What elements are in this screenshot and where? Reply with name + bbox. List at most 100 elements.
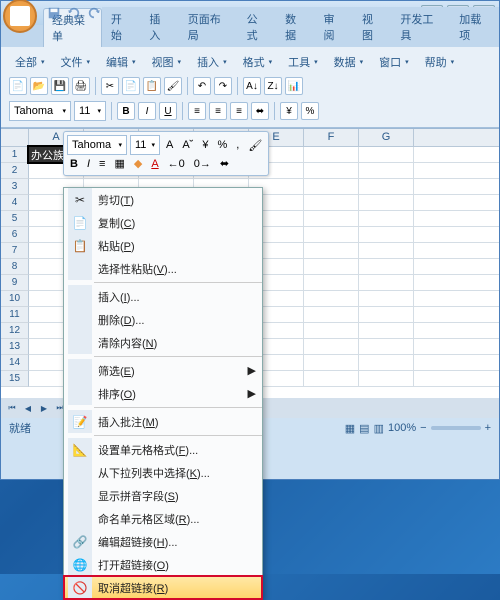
copy-icon[interactable]: 📄	[122, 77, 140, 95]
ctx-item-8[interactable]: 排序(O)▶	[64, 382, 262, 405]
mini-dec-inc[interactable]: ←0	[165, 156, 188, 172]
row-4[interactable]: 4	[1, 195, 29, 211]
ctx-item-2[interactable]: 📋粘贴(P)	[64, 234, 262, 257]
italic-button[interactable]: I	[138, 102, 156, 120]
view-normal-icon[interactable]: ▦	[345, 422, 355, 435]
mini-comma[interactable]: ,	[233, 137, 242, 153]
view-break-icon[interactable]: ▥	[374, 422, 384, 435]
sheet-prev[interactable]: ◀	[21, 401, 35, 415]
sort-desc-icon[interactable]: Z↓	[264, 77, 282, 95]
underline-button[interactable]: U	[159, 102, 177, 120]
ctx-item-16[interactable]: 🚫取消超链接(R)	[64, 576, 262, 599]
sheet-next[interactable]: ▶	[37, 401, 51, 415]
menu-window[interactable]: 窗口	[373, 52, 415, 72]
row-7[interactable]: 7	[1, 243, 29, 259]
new-icon[interactable]: 📄	[9, 77, 27, 95]
mini-italic[interactable]: I	[84, 156, 93, 172]
ctx-item-7[interactable]: 筛选(E)▶	[64, 359, 262, 382]
row-10[interactable]: 10	[1, 291, 29, 307]
row-12[interactable]: 12	[1, 323, 29, 339]
select-all-corner[interactable]	[1, 129, 29, 146]
open-icon[interactable]: 📂	[30, 77, 48, 95]
tab-addin[interactable]: 加载项	[450, 7, 499, 47]
bold-button[interactable]: B	[117, 102, 135, 120]
mini-border[interactable]: ▦	[111, 155, 127, 172]
menu-edit[interactable]: 编辑	[100, 52, 142, 72]
tab-dev[interactable]: 开发工具	[391, 7, 450, 47]
menu-tools[interactable]: 工具	[282, 52, 324, 72]
align-center-icon[interactable]: ≡	[209, 102, 227, 120]
zoom-level[interactable]: 100%	[388, 422, 416, 434]
mini-currency[interactable]: ¥	[199, 137, 211, 153]
currency-icon[interactable]: ¥	[280, 102, 298, 120]
tab-view[interactable]: 视图	[353, 7, 391, 47]
align-right-icon[interactable]: ≡	[230, 102, 248, 120]
tab-layout[interactable]: 页面布局	[179, 7, 238, 47]
zoom-in[interactable]: +	[485, 422, 491, 434]
col-f[interactable]: F	[304, 129, 359, 146]
ctx-item-10[interactable]: 📐设置单元格格式(F)...	[64, 438, 262, 461]
row-14[interactable]: 14	[1, 355, 29, 371]
row-3[interactable]: 3	[1, 179, 29, 195]
ctx-item-11[interactable]: 从下拉列表中选择(K)...	[64, 461, 262, 484]
tab-formula[interactable]: 公式	[238, 7, 276, 47]
percent-icon[interactable]: %	[301, 102, 319, 120]
row-13[interactable]: 13	[1, 339, 29, 355]
align-left-icon[interactable]: ≡	[188, 102, 206, 120]
cut-icon[interactable]: ✂	[101, 77, 119, 95]
redo-icon[interactable]	[87, 6, 101, 20]
row-15[interactable]: 15	[1, 371, 29, 387]
redo-icon[interactable]: ↷	[214, 77, 232, 95]
mini-percent[interactable]: %	[214, 137, 230, 153]
mini-font-name[interactable]: Tahoma▾	[67, 135, 127, 155]
mini-fill-color[interactable]: ◆	[131, 155, 145, 172]
row-6[interactable]: 6	[1, 227, 29, 243]
view-layout-icon[interactable]: ▤	[359, 422, 369, 435]
menu-file[interactable]: 文件	[55, 52, 97, 72]
tab-data[interactable]: 数据	[276, 7, 314, 47]
menu-insert[interactable]: 插入	[191, 52, 233, 72]
ctx-item-15[interactable]: 🌐打开超链接(O)	[64, 553, 262, 576]
merge-icon[interactable]: ⬌	[251, 102, 269, 120]
format-painter-icon[interactable]: 🖌	[164, 77, 182, 95]
ctx-item-0[interactable]: ✂剪切(T)	[64, 188, 262, 211]
ctx-item-4[interactable]: 插入(I)...	[64, 285, 262, 308]
row-9[interactable]: 9	[1, 275, 29, 291]
print-icon[interactable]: 🖨	[72, 77, 90, 95]
undo-icon[interactable]	[67, 6, 81, 20]
mini-merge-icon[interactable]: ⬌	[217, 155, 232, 172]
menu-data[interactable]: 数据	[328, 52, 370, 72]
menu-view[interactable]: 视图	[146, 52, 188, 72]
sort-asc-icon[interactable]: A↓	[243, 77, 261, 95]
ctx-item-9[interactable]: 📝插入批注(M)	[64, 410, 262, 433]
row-5[interactable]: 5	[1, 211, 29, 227]
mini-align[interactable]: ≡	[96, 156, 108, 172]
tab-home[interactable]: 开始	[102, 7, 140, 47]
font-size-select[interactable]: 11▾	[74, 101, 106, 121]
sheet-first[interactable]: ⏮	[5, 401, 19, 415]
mini-font-size[interactable]: 11▾	[130, 135, 160, 155]
menu-format[interactable]: 格式	[237, 52, 279, 72]
tab-insert[interactable]: 插入	[140, 7, 178, 47]
ctx-item-5[interactable]: 删除(D)...	[64, 308, 262, 331]
paste-icon[interactable]: 📋	[143, 77, 161, 95]
mini-font-inc[interactable]: A	[163, 137, 176, 153]
mini-dec-dec[interactable]: 0→	[191, 156, 214, 172]
font-name-select[interactable]: Tahoma▾	[9, 101, 71, 121]
zoom-slider[interactable]	[431, 426, 481, 430]
mini-font-color[interactable]: A	[148, 156, 161, 172]
row-1[interactable]: 1	[1, 147, 29, 163]
tab-review[interactable]: 审阅	[315, 7, 353, 47]
row-8[interactable]: 8	[1, 259, 29, 275]
office-button[interactable]	[3, 0, 37, 33]
mini-bold[interactable]: B	[67, 156, 81, 172]
ctx-item-14[interactable]: 🔗编辑超链接(H)...	[64, 530, 262, 553]
mini-painter-icon[interactable]: 🖌	[245, 137, 265, 154]
ctx-item-1[interactable]: 📄复制(C)	[64, 211, 262, 234]
ctx-item-3[interactable]: 选择性粘贴(V)...	[64, 257, 262, 280]
zoom-out[interactable]: −	[420, 422, 426, 434]
col-g[interactable]: G	[359, 129, 414, 146]
save-icon[interactable]	[47, 6, 61, 20]
mini-font-dec[interactable]: A˘	[179, 137, 196, 153]
row-2[interactable]: 2	[1, 163, 29, 179]
